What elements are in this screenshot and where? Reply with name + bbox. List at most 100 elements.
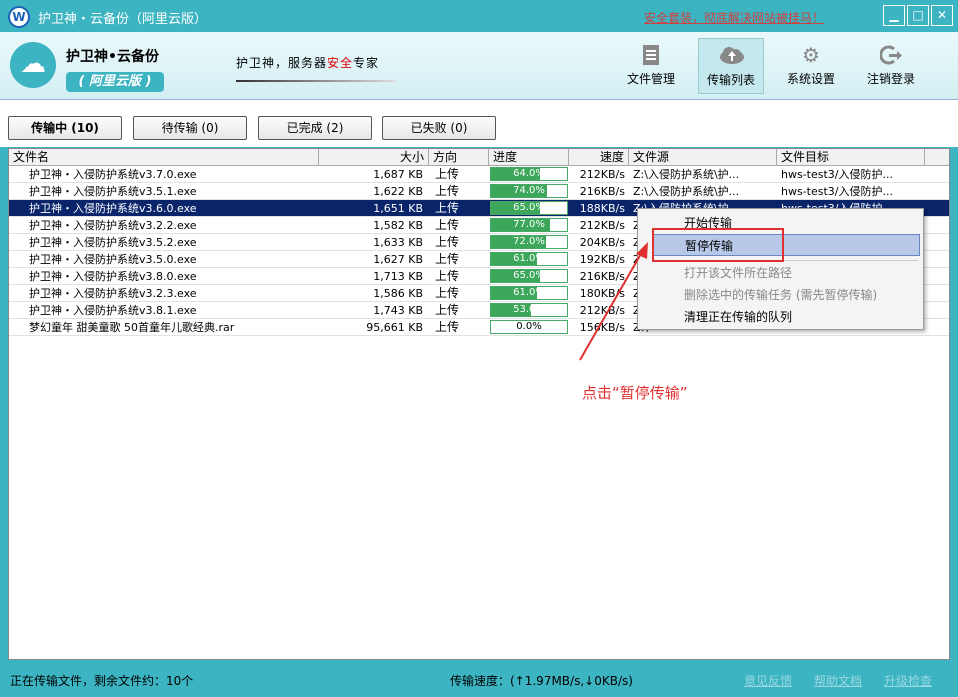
file-size: 1,622 KB: [373, 185, 423, 198]
slogan: 护卫神，服务器安全专家: [236, 54, 379, 71]
file-size: 1,633 KB: [373, 236, 423, 249]
column-header-progress[interactable]: 进度: [489, 149, 569, 166]
progress-label: 61.0%: [513, 253, 545, 264]
progress-bar: 61.0%: [490, 286, 568, 300]
menu-item-delete-task[interactable]: 删除选中的传输任务 (需先暂停传输): [652, 284, 920, 306]
toolbar-file-manager[interactable]: 文件管理: [618, 38, 684, 94]
progress-label: 77.0%: [513, 219, 545, 230]
column-header-name[interactable]: 文件名: [9, 149, 319, 166]
file-name: 护卫神・入侵防护系统v3.7.0.exe: [29, 168, 197, 181]
slogan-text-end: 专家: [353, 56, 380, 70]
menu-item-clear-queue[interactable]: 清理正在传输的队列: [652, 306, 920, 328]
slogan-underline: [236, 80, 396, 82]
progress-label: 72.0%: [513, 236, 545, 247]
transfer-direction: 上传: [435, 218, 460, 232]
table-header: 文件名 大小 方向 进度 速度 文件源 文件目标: [9, 149, 949, 166]
help-link[interactable]: 帮助文档: [814, 672, 862, 689]
progress-bar: 77.0%: [490, 218, 568, 232]
progress-bar: 65.0%: [490, 201, 568, 215]
tab-pending[interactable]: 待传输 (0): [133, 116, 247, 140]
tab-transferring[interactable]: 传输中 (10): [8, 116, 122, 140]
file-size: 1,651 KB: [373, 202, 423, 215]
progress-label: 64.0%: [513, 168, 545, 179]
title-bar: W 护卫神・云备份（阿里云版） 安全套装，彻底解决网站被挂马！ ▁ □ ✕: [0, 0, 958, 32]
toolbar-transfer-list[interactable]: 传输列表: [698, 38, 764, 94]
file-name: 梦幻童年 甜美童歌 50首童年儿歌经典.rar: [29, 321, 235, 334]
file-size: 1,713 KB: [373, 270, 423, 283]
column-header-source[interactable]: 文件源: [629, 149, 777, 166]
progress-bar: 72.0%: [490, 235, 568, 249]
file-name: 护卫神・入侵防护系统v3.2.3.exe: [29, 287, 197, 300]
annotation-text: 点击“暂停传输”: [582, 384, 688, 402]
transfer-speed: 188KB/s: [579, 202, 625, 215]
context-menu: 开始传输 暂停传输 打开该文件所在路径 删除选中的传输任务 (需先暂停传输) 清…: [637, 208, 924, 330]
toolbar-settings[interactable]: ⚙ 系统设置: [778, 38, 844, 94]
file-name: 护卫神・入侵防护系统v3.2.2.exe: [29, 219, 197, 232]
window-controls: ▁ □ ✕: [883, 5, 953, 26]
file-size: 1,627 KB: [373, 253, 423, 266]
toolbar-label: 注销登录: [866, 72, 915, 86]
file-size: 95,661 KB: [366, 321, 423, 334]
progress-label: 65.0%: [513, 270, 545, 281]
toolbar-label: 传输列表: [706, 73, 755, 87]
toolbar-logout[interactable]: 注销登录: [858, 38, 924, 94]
column-header-target[interactable]: 文件目标: [777, 149, 925, 166]
progress-bar: 74.0%: [490, 184, 568, 198]
progress-label: 0.0%: [516, 321, 542, 332]
status-remaining: 正在传输文件，剩余文件约：10个: [10, 674, 194, 688]
file-target: hws-test3/入侵防护...: [781, 185, 893, 198]
cloud-upload-logo-icon: ☁: [10, 42, 56, 88]
column-header-speed[interactable]: 速度: [569, 149, 629, 166]
tab-failed[interactable]: 已失败 (0): [382, 116, 496, 140]
tab-completed[interactable]: 已完成 (2): [258, 116, 372, 140]
transfer-direction: 上传: [435, 167, 460, 181]
transfer-direction: 上传: [435, 201, 460, 215]
transfer-direction: 上传: [435, 303, 460, 317]
transfer-direction: 上传: [435, 184, 460, 198]
table-row[interactable]: 护卫神・入侵防护系统v3.5.1.exe 1,622 KB 上传 74.0% 216KB…: [9, 183, 949, 200]
update-check-link[interactable]: 升级检查: [884, 672, 932, 689]
file-name: 护卫神・入侵防护系统v3.8.1.exe: [29, 304, 197, 317]
file-name: 护卫神・入侵防护系统v3.5.0.exe: [29, 253, 197, 266]
progress-bar: 64.0%: [490, 167, 568, 181]
transfer-speed: 212KB/s: [579, 219, 625, 232]
slogan-text: 护卫神，服务器: [236, 56, 328, 70]
file-target: hws-test3/入侵防护...: [781, 168, 893, 181]
progress-bar: 65.0%: [490, 269, 568, 283]
toolbar-label: 文件管理: [626, 72, 675, 86]
transfer-direction: 上传: [435, 269, 460, 283]
file-name: 护卫神・入侵防护系统v3.5.1.exe: [29, 185, 197, 198]
transfer-direction: 上传: [435, 286, 460, 300]
transfer-direction: 上传: [435, 235, 460, 249]
table-row[interactable]: 护卫神・入侵防护系统v3.7.0.exe 1,687 KB 上传 64.0% 212KB…: [9, 166, 949, 183]
file-name: 护卫神・入侵防护系统v3.6.0.exe: [29, 202, 197, 215]
minimize-button[interactable]: ▁: [883, 5, 905, 26]
progress-label: 65.0%: [513, 202, 545, 213]
file-size: 1,687 KB: [373, 168, 423, 181]
feedback-link[interactable]: 意见反馈: [744, 672, 792, 689]
progress-bar: 0.0%: [490, 320, 568, 334]
file-source: Z:\入侵防护系统\护...: [633, 168, 740, 181]
maximize-button[interactable]: □: [907, 5, 929, 26]
progress-label: 53.0%: [513, 304, 545, 315]
document-icon: [639, 44, 663, 66]
file-size: 1,582 KB: [373, 219, 423, 232]
transfer-direction: 上传: [435, 320, 460, 334]
app-header: ☁ 护卫神•云备份 ( 阿里云版 ) 护卫神，服务器安全专家 文件管理 传输列表…: [0, 32, 958, 100]
gear-icon: ⚙: [802, 43, 820, 67]
close-button[interactable]: ✕: [931, 5, 953, 26]
promo-link[interactable]: 安全套装，彻底解决网站被挂马！: [644, 9, 824, 26]
transfer-direction: 上传: [435, 252, 460, 266]
app-logo-icon: W: [8, 6, 30, 28]
window-title: 护卫神・云备份（阿里云版）: [38, 12, 208, 27]
progress-bar: 53.0%: [490, 303, 568, 317]
column-header-direction[interactable]: 方向: [429, 149, 489, 166]
status-speed: 传输速度：(↑1.97MB/s,↓0KB/s): [450, 674, 633, 688]
file-source: Z:\入侵防护系统\护...: [633, 185, 740, 198]
column-header-size[interactable]: 大小: [319, 149, 429, 166]
file-name: 护卫神・入侵防护系统v3.5.2.exe: [29, 236, 197, 249]
edition-badge: ( 阿里云版 ): [66, 72, 164, 92]
menu-item-open-path[interactable]: 打开该文件所在路径: [652, 262, 920, 284]
highlight-box: [652, 228, 784, 262]
annotation-arrow: [579, 242, 648, 361]
